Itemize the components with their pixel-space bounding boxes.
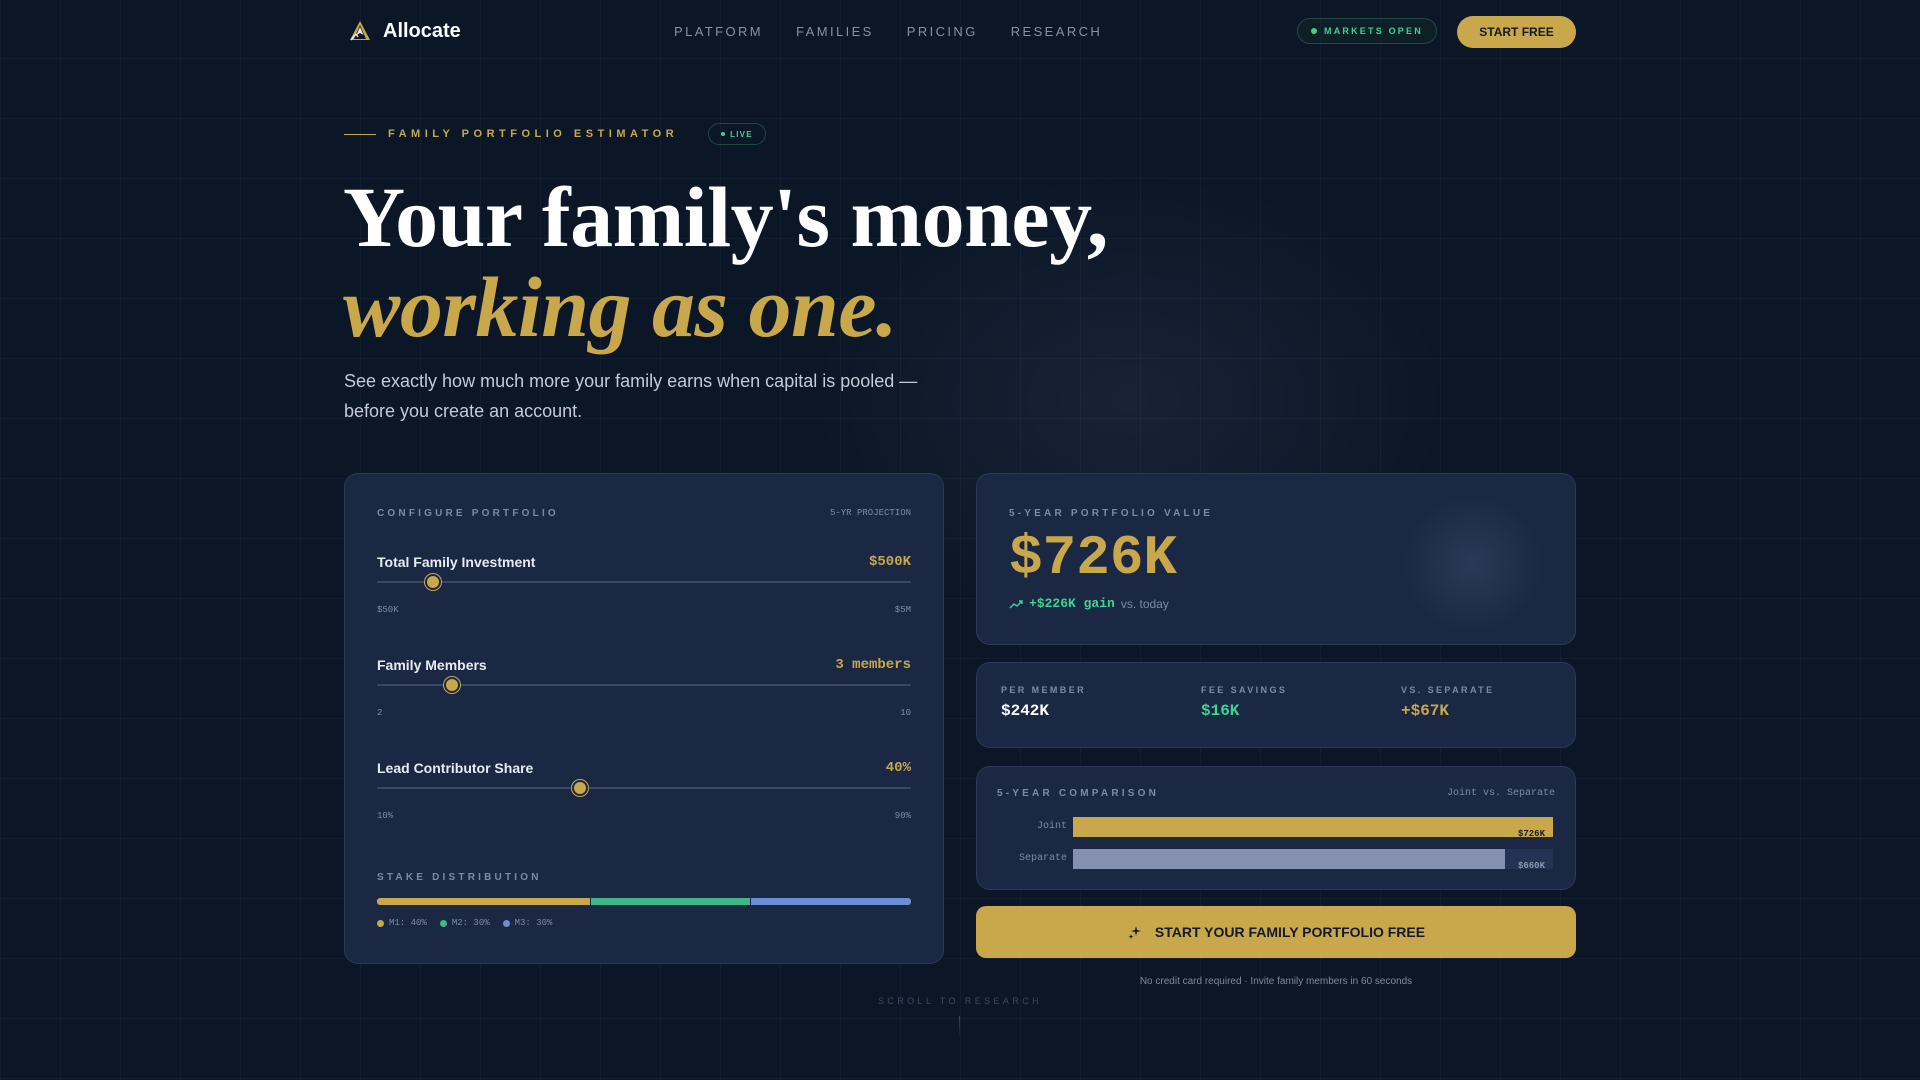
start-portfolio-button[interactable]: START YOUR FAMILY PORTFOLIO FREE [976,906,1576,958]
slider-label: Total Family Investment [377,554,536,570]
stake-title: STAKE DISTRIBUTION [377,872,542,883]
slider-thumb[interactable] [443,677,460,693]
stat-label: PER MEMBER [1001,685,1087,695]
stake-segment-m3 [751,898,911,905]
comparison-card: 5-YEAR COMPARISON Joint vs. Separate Joi… [976,766,1576,890]
legend-item: M1: 40% [377,918,427,928]
slider-max: 10 [900,708,911,718]
portfolio-value-title: 5-YEAR PORTFOLIO VALUE [1009,508,1214,519]
slider-max: $5M [894,605,911,615]
stat-value: $16K [1201,702,1240,720]
slider-min: $50K [377,605,399,615]
comparison-value: $660K [1517,861,1545,871]
slider-track[interactable] [377,780,911,796]
slider-value: $500K [868,554,911,570]
nav-link-research[interactable]: RESEARCH [1011,24,1102,39]
comparison-tag: Joint vs. Separate [1446,788,1555,799]
gain-row: +$226K gain vs. today [1009,596,1169,611]
projection-tag: 5-YR PROJECTION [829,508,911,518]
legend-label: M2: 30% [451,918,490,928]
stats-card: PER MEMBER $242K FEE SAVINGS $16K VS. SE… [976,662,1576,748]
live-badge: LIVE [708,123,766,145]
legend-item: M3: 30% [502,918,553,928]
slider-max: 90% [894,811,911,821]
headline-line-2: working as one. [343,259,898,355]
headline-line-1: Your family's money, [343,169,1108,265]
comparison-label: Joint [1036,821,1067,832]
slider-label: Lead Contributor Share [377,760,534,776]
markets-status-badge: MARKETS OPEN [1297,18,1437,44]
slider-lead-share: Lead Contributor Share 40% 10% 90% [377,760,911,840]
stake-segment-m2 [590,898,751,905]
legend-dot-icon [439,919,447,927]
top-nav: Allocate PLATFORM FAMILIES PRICING RESEA… [0,0,1920,64]
live-text: LIVE [730,129,753,139]
sparkle-icon [1128,926,1141,939]
brand-logo[interactable]: Allocate [347,18,461,44]
markets-status-text: MARKETS OPEN [1324,26,1423,36]
hero-subtitle: See exactly how much more your family ea… [344,371,918,421]
slider-label: Family Members [377,657,487,673]
value-glow [1397,499,1547,629]
slider-track[interactable] [377,677,911,693]
cta-label: START YOUR FAMILY PORTFOLIO FREE [1154,924,1426,940]
scroll-line [959,1016,960,1038]
trend-up-icon [1009,599,1023,608]
slider-total-investment: Total Family Investment $500K $50K $5M [377,554,911,634]
nav-link-platform[interactable]: PLATFORM [674,24,763,39]
legend-label: M3: 30% [514,918,553,928]
stat-label: VS. SEPARATE [1401,685,1495,695]
comparison-track: $660K [1073,849,1553,871]
slider-thumb[interactable] [571,780,588,796]
portfolio-value-card: 5-YEAR PORTFOLIO VALUE $726K +$226K gain… [976,473,1576,645]
stat-value: +$67K [1401,702,1450,720]
start-free-button[interactable]: START FREE [1457,16,1576,48]
comparison-row-joint: Joint $726K [997,817,1557,839]
eyebrow-line [344,133,376,135]
legend-dot-icon [377,919,384,927]
comparison-value: $726K [1517,829,1545,839]
comparison-title: 5-YEAR COMPARISON [997,788,1160,799]
legend-dot-icon [502,919,510,927]
eyebrow-text: FAMILY PORTFOLIO ESTIMATOR [388,128,679,140]
gain-comparison: vs. today [1120,596,1169,611]
legend-item: M2: 30% [439,918,490,928]
nav-links: PLATFORM FAMILIES PRICING RESEARCH [674,24,1102,39]
configure-portfolio-card: CONFIGURE PORTFOLIO 5-YR PROJECTION Tota… [344,473,944,964]
stat-per-member: PER MEMBER $242K [1001,685,1086,720]
comparison-label: Separate [1018,853,1067,864]
stake-legend: M1: 40% M2: 30% M3: 30% [377,918,552,928]
comparison-track: $726K [1073,817,1553,839]
slider-thumb[interactable] [425,574,442,590]
comparison-row-separate: Separate $660K [997,849,1557,871]
slider-min: 10% [377,811,394,821]
stat-fee-savings: FEE SAVINGS $16K [1201,685,1287,720]
status-dot-icon [1311,28,1317,34]
mountain-logo-icon [350,21,370,41]
scroll-hint[interactable]: SCROLL TO RESEARCH [760,996,1160,1006]
brand-name: Allocate [383,19,461,42]
slider-value: 40% [885,760,911,776]
eyebrow: FAMILY PORTFOLIO ESTIMATOR LIVE [344,123,766,145]
live-dot-icon [721,132,726,136]
nav-link-pricing[interactable]: PRICING [907,24,978,39]
slider-min: 2 [377,708,383,718]
gain-amount: +$226K gain [1029,596,1115,611]
config-title: CONFIGURE PORTFOLIO [377,508,559,519]
legend-label: M1: 40% [389,918,427,928]
stat-value: $242K [1001,702,1050,720]
portfolio-value: $726K [1009,526,1178,590]
slider-value: 3 members [835,657,911,673]
cta-note: No credit card required · Invite family … [1139,976,1413,987]
stake-segment-m1 [377,898,590,905]
comparison-bar [1073,849,1505,869]
stat-label: FEE SAVINGS [1201,685,1288,695]
comparison-bar [1073,817,1553,837]
slider-family-members: Family Members 3 members 2 10 [377,657,911,737]
nav-link-families[interactable]: FAMILIES [796,24,874,39]
stake-distribution-bar [377,898,911,905]
stat-vs-separate: VS. SEPARATE +$67K [1401,685,1494,720]
slider-track[interactable] [377,574,911,590]
